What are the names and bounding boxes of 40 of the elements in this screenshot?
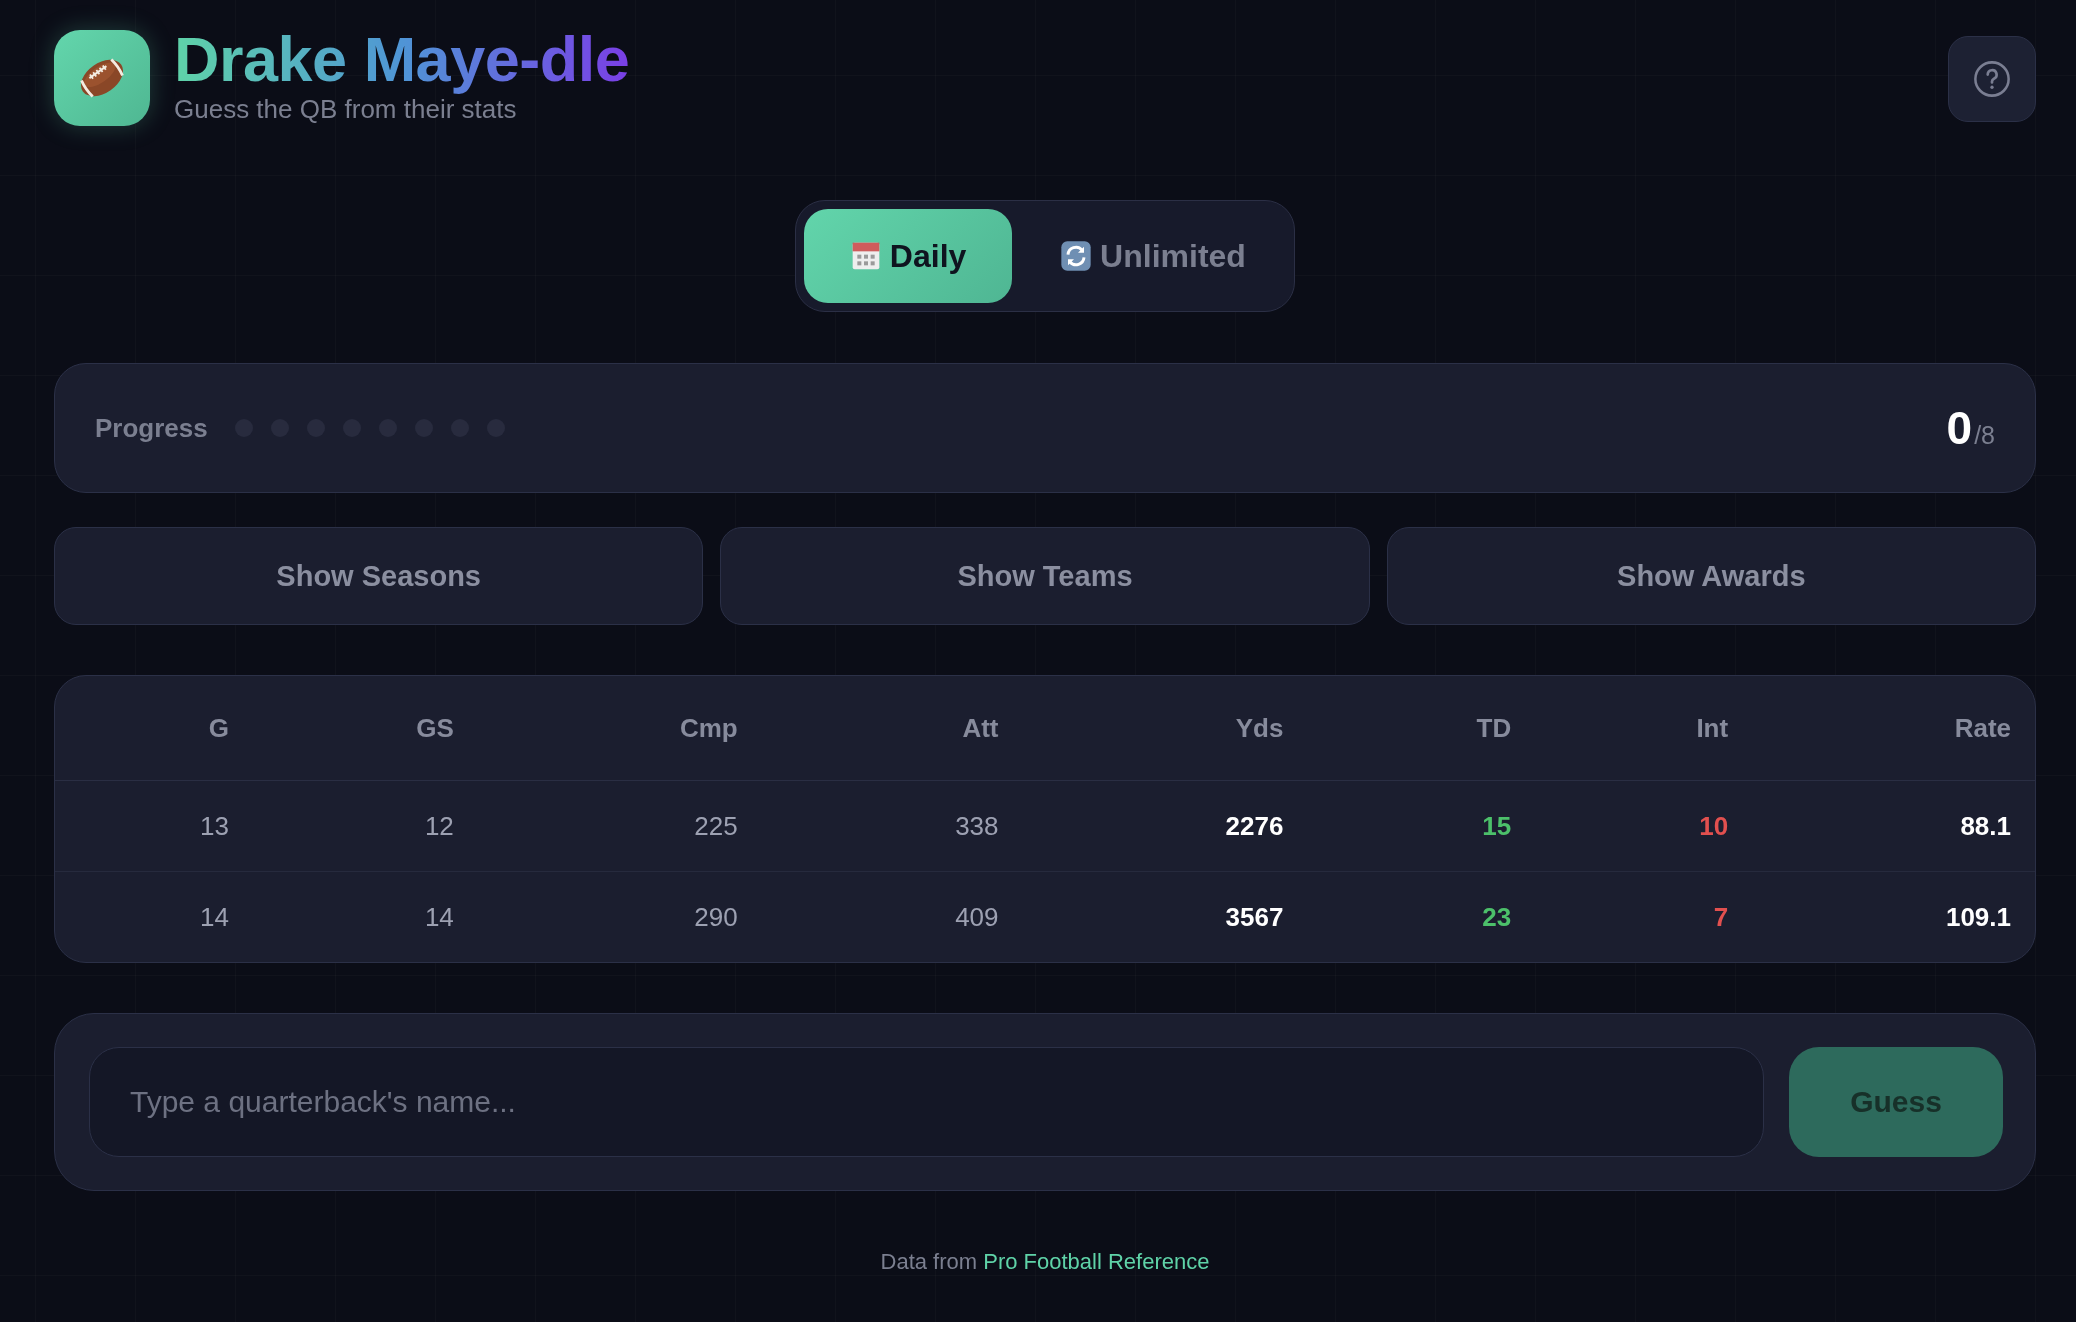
table-cell-text: 3567: [1224, 901, 1284, 933]
hint-button[interactable]: Show Seasons: [54, 527, 704, 625]
column-header: Int: [1695, 712, 1729, 744]
mode-tab[interactable]: Daily: [804, 209, 1013, 303]
table-cell-text: 13: [199, 810, 229, 842]
progress-label: Progress: [95, 412, 208, 444]
table-cell-text: 225: [693, 810, 738, 842]
football-logo-icon: [54, 30, 150, 126]
column-header: Att: [961, 712, 999, 744]
table-cell-text: 14: [199, 901, 229, 933]
table-cell-text: 23: [1481, 901, 1512, 933]
table-cell-text: 338: [954, 810, 999, 842]
guess-total: /8: [1974, 421, 1995, 450]
hint-button[interactable]: Show Teams: [720, 527, 1370, 625]
source-link[interactable]: Pro Football Reference: [983, 1249, 1210, 1274]
column-header: Cmp: [678, 712, 738, 744]
table-cell-text: 14: [423, 901, 454, 933]
quarterback-input[interactable]: Type a quarterback's name...: [89, 1047, 1764, 1157]
mode-tab[interactable]: Unlimited: [1020, 209, 1286, 303]
table-cell-text: 290: [693, 901, 738, 933]
help-icon: [1973, 60, 2011, 98]
table-cell-text: 109.1: [1944, 901, 2011, 933]
hint-button[interactable]: Show Awards: [1386, 527, 2036, 625]
table-cell-text: 2276: [1224, 810, 1284, 842]
table-cell-text: 7: [1712, 901, 1729, 933]
help-button[interactable]: [1948, 36, 2036, 122]
column-header: Rate: [1953, 712, 2011, 744]
footer-credit: Data from Pro Football Reference: [880, 1249, 1210, 1275]
column-header: G: [207, 712, 229, 744]
table-cell-text: 12: [423, 810, 454, 842]
table-cell-text: 88.1: [1959, 810, 2011, 842]
column-header: TD: [1475, 712, 1512, 744]
refresh-icon: [1060, 240, 1093, 272]
table-cell-text: 10: [1698, 810, 1729, 842]
guess-count: 0: [1946, 401, 1973, 455]
table-cell-text: 15: [1481, 810, 1512, 842]
column-header: Yds: [1234, 712, 1284, 744]
table-cell-text: 409: [954, 901, 999, 933]
app-subtitle: Guess the QB from their stats: [174, 94, 518, 126]
column-header: GS: [415, 712, 454, 744]
